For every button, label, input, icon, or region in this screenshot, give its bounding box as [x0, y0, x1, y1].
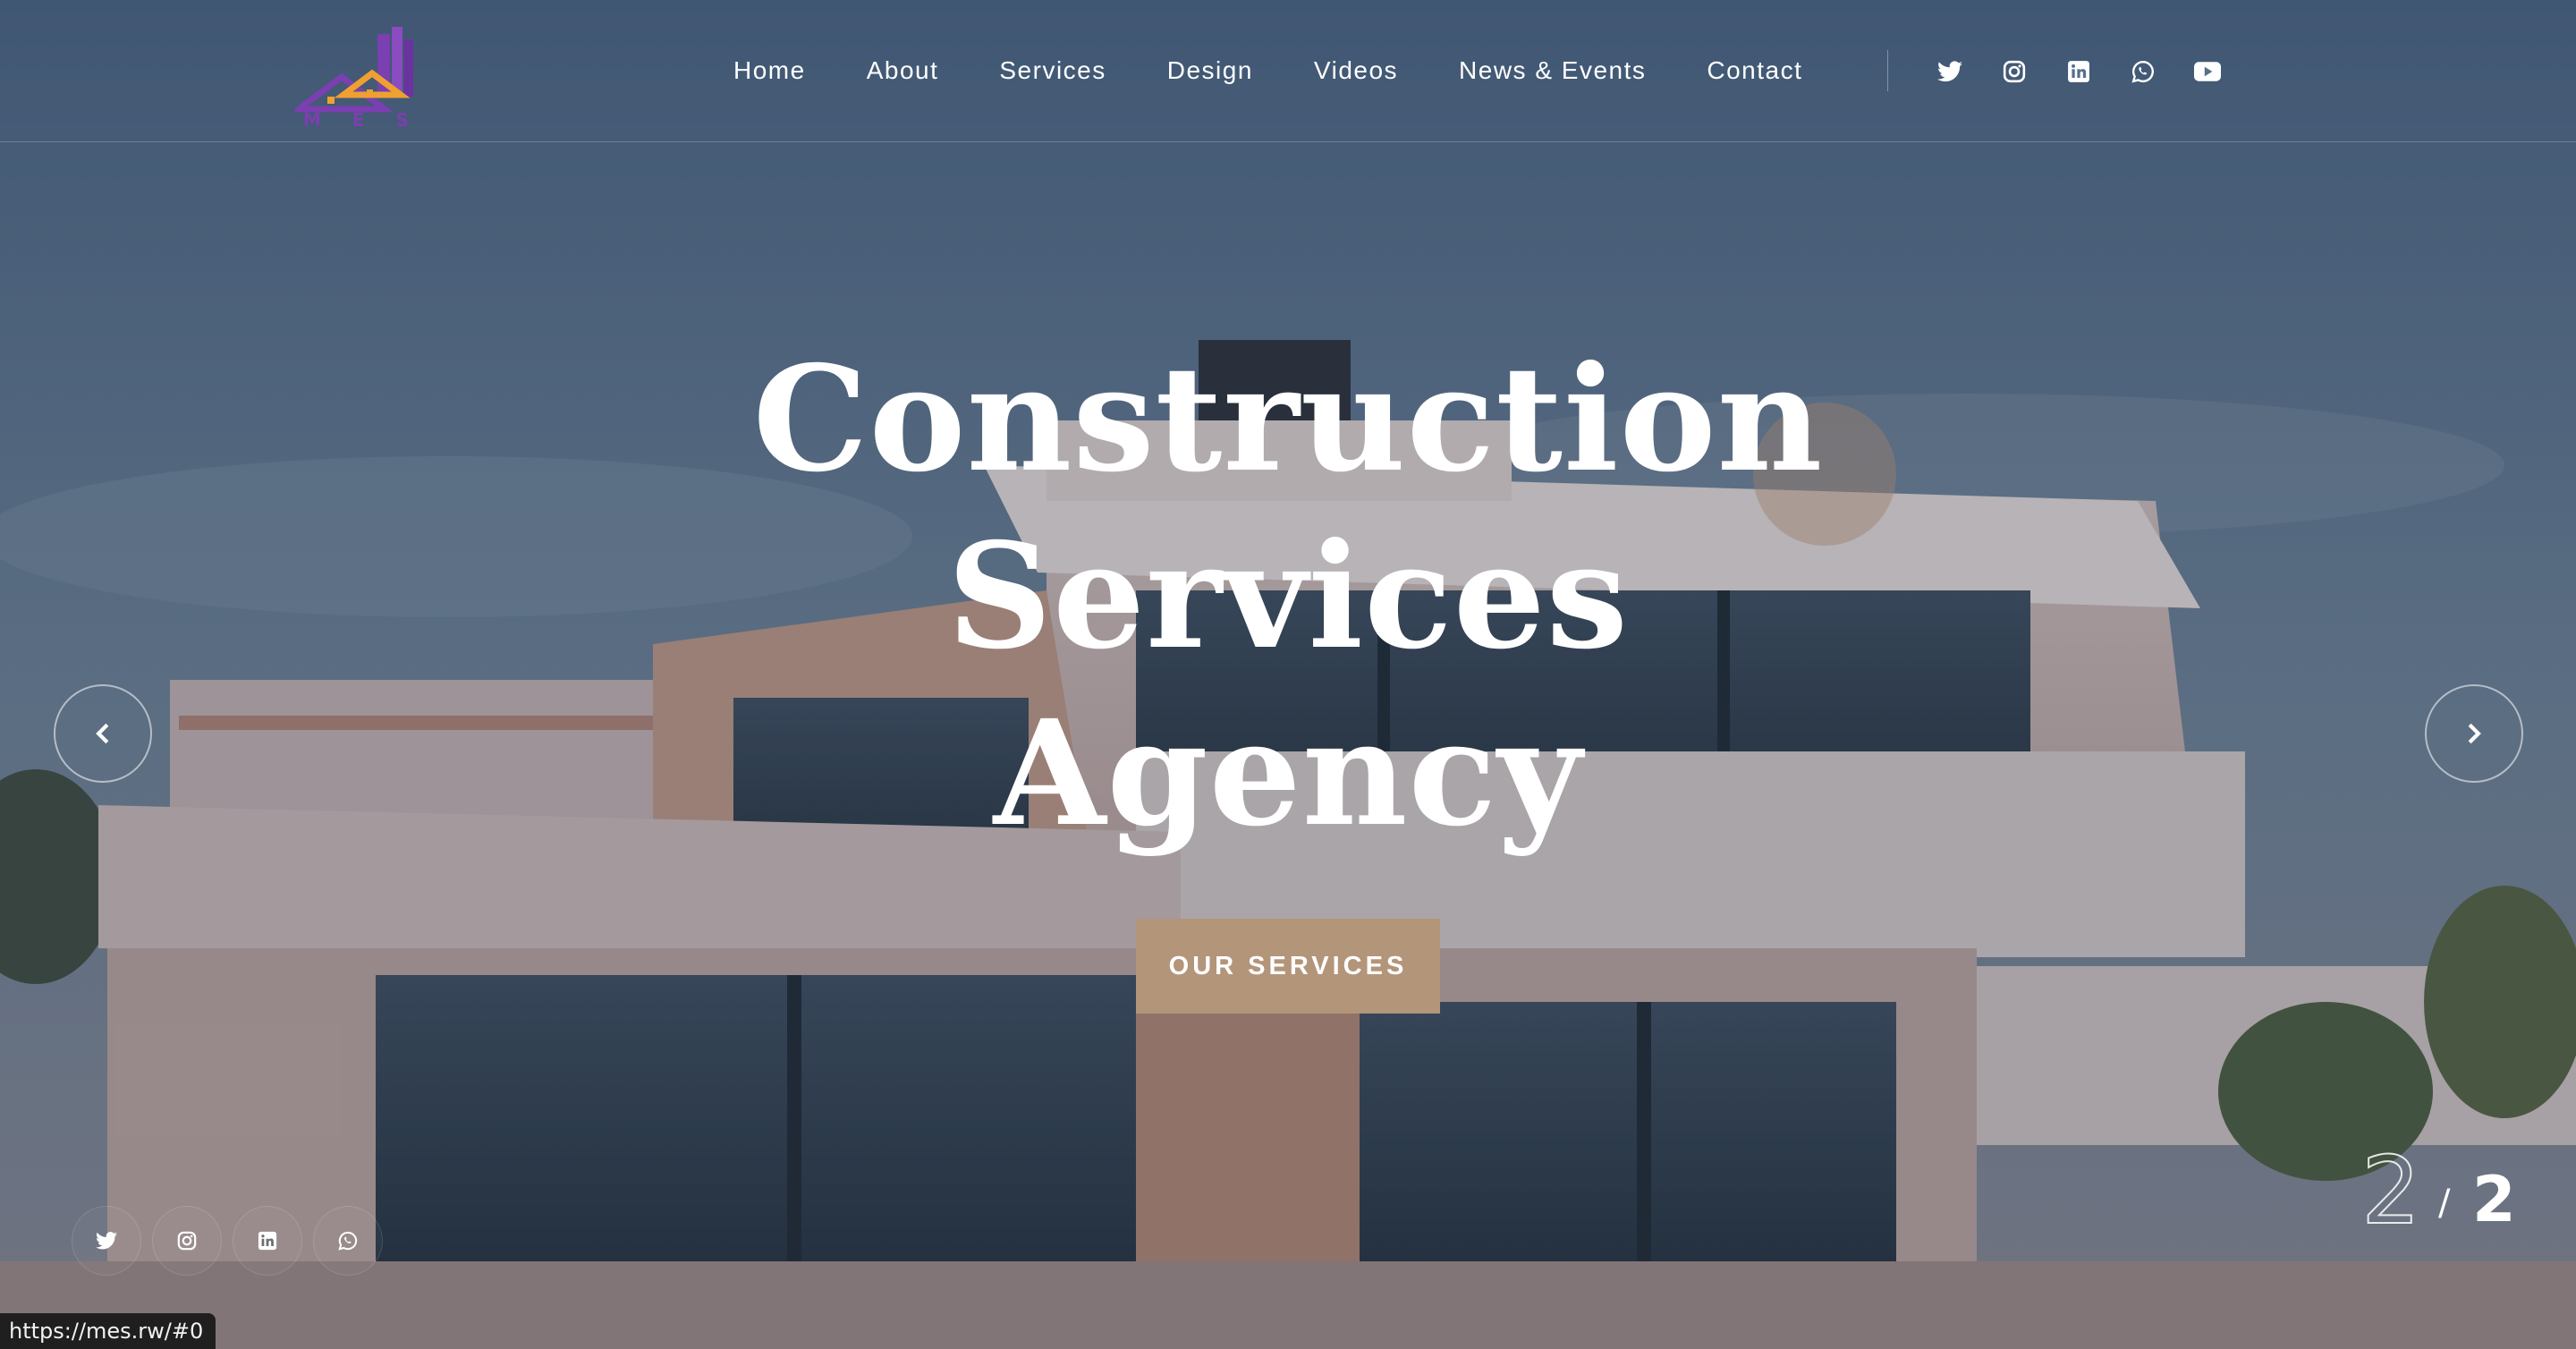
- our-services-button[interactable]: OUR SERVICES: [1136, 919, 1440, 1014]
- nav-item-home[interactable]: Home: [733, 56, 806, 85]
- whatsapp-icon[interactable]: [2125, 54, 2161, 89]
- linkedin-icon[interactable]: [2061, 54, 2097, 89]
- site-logo[interactable]: M E S: [289, 27, 429, 134]
- main-nav: Home About Services Design Videos News &…: [733, 48, 1863, 93]
- slide-counter-total: 2: [2472, 1163, 2516, 1236]
- nav-divider: [1887, 50, 1888, 91]
- slide-counter-current: 2: [2360, 1135, 2421, 1246]
- nav-item-videos[interactable]: Videos: [1314, 56, 1398, 85]
- youtube-icon[interactable]: [2190, 54, 2225, 89]
- chevron-left-icon: [96, 723, 109, 744]
- logo-text: M E S: [303, 109, 421, 131]
- chevron-right-icon: [2468, 723, 2481, 744]
- headline-line-2: Services: [947, 512, 1629, 682]
- site-header: M E S Home About Services Design Videos …: [0, 0, 2576, 142]
- slider-next-button[interactable]: [2425, 684, 2523, 783]
- hero-headline: Construction Services Agency: [662, 331, 1914, 862]
- slide-counter-separator: /: [2438, 1183, 2451, 1224]
- nav-item-services[interactable]: Services: [999, 56, 1106, 85]
- slide-counter: 2 / 2: [2360, 1135, 2522, 1246]
- twitter-icon[interactable]: [1932, 54, 1968, 89]
- instagram-icon[interactable]: [1996, 54, 2032, 89]
- logo-house-icon: [289, 27, 413, 113]
- instagram-icon[interactable]: [152, 1206, 222, 1276]
- hero-slider: M E S Home About Services Design Videos …: [0, 0, 2576, 1349]
- nav-item-contact[interactable]: Contact: [1707, 56, 1802, 85]
- twitter-icon[interactable]: [72, 1206, 141, 1276]
- browser-status-url: https://mes.rw/#0: [0, 1313, 216, 1349]
- nav-item-about[interactable]: About: [867, 56, 939, 85]
- whatsapp-icon[interactable]: [313, 1206, 383, 1276]
- headline-line-3: Agency: [993, 689, 1583, 859]
- headline-line-1: Construction: [752, 335, 1824, 505]
- nav-item-design[interactable]: Design: [1167, 56, 1253, 85]
- slider-prev-button[interactable]: [54, 684, 152, 783]
- nav-item-news-events[interactable]: News & Events: [1459, 56, 1646, 85]
- linkedin-icon[interactable]: [233, 1206, 302, 1276]
- hero-social-links: [72, 1206, 394, 1276]
- header-social-links: [1932, 54, 2254, 89]
